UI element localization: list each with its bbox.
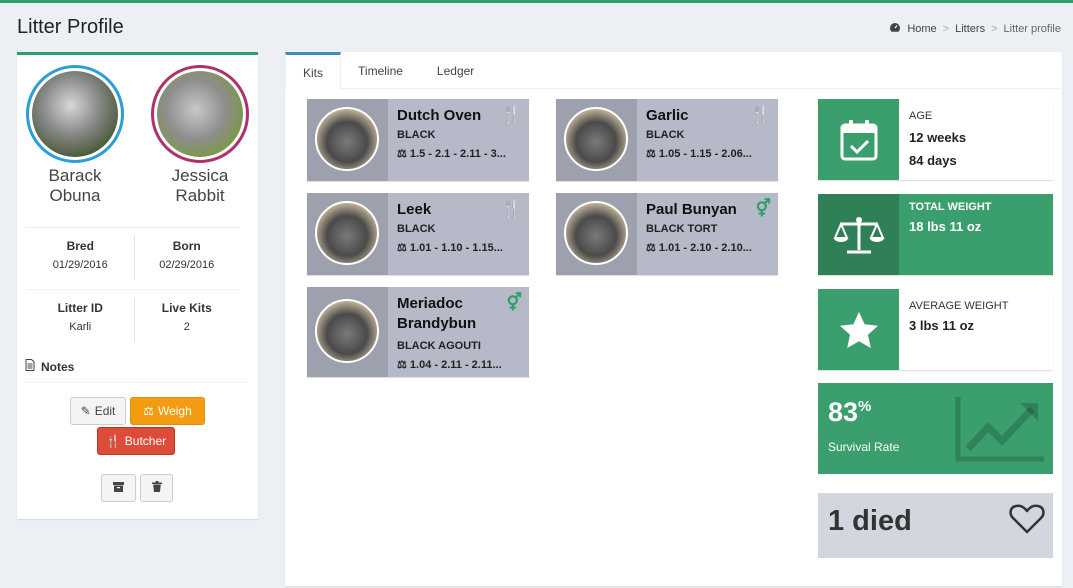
breadcrumb-home[interactable]: Home <box>907 23 936 35</box>
line-chart-icon <box>955 397 1044 462</box>
litter-id: Litter ID Karli <box>57 301 103 333</box>
breadcrumb-current: Litter profile <box>1003 23 1061 35</box>
survival-rate-value: 83% <box>828 397 872 427</box>
litter-summary-panel: Barack Obuna Jessica Rabbit Bred 01/29/201… <box>17 52 258 519</box>
edit-button[interactable]: ✎ Edit <box>70 397 126 425</box>
cutlery-icon: 🍴 <box>500 105 522 124</box>
breadcrumb: Home > Litters > Litter profile <box>889 22 1061 36</box>
cutlery-icon: 🍴 <box>105 434 121 448</box>
dam-name: Jessica Rabbit <box>171 166 229 205</box>
dam-avatar[interactable] <box>151 65 249 163</box>
genderless-icon: ⚥ <box>506 293 522 312</box>
kit-color: BLACK <box>397 223 436 235</box>
kit-photo[interactable] <box>556 193 637 275</box>
kit-card[interactable]: Leek BLACK ⚖ 1.01 - 1.10 - 1.15... 🍴 <box>307 193 529 275</box>
tab-kits[interactable]: Kits <box>285 52 342 90</box>
cutlery-icon: 🍴 <box>500 199 522 218</box>
delete-button[interactable] <box>140 474 173 502</box>
balance-scale-icon: ⚖ <box>143 404 154 418</box>
breadcrumb-separator: > <box>942 23 950 35</box>
notes-section[interactable]: Notes <box>25 359 247 383</box>
star-icon <box>818 289 899 370</box>
survival-rate-box: 83% Survival Rate <box>818 383 1053 474</box>
died-box: 1 died <box>818 493 1053 558</box>
kit-card[interactable]: Meriadoc Brandybun BLACK AGOUTI ⚖ 1.04 -… <box>307 287 529 377</box>
calendar-check-icon <box>818 99 899 180</box>
kit-weights: ⚖ 1.05 - 1.15 - 2.06... <box>646 148 752 160</box>
top-accent-bar <box>0 0 1073 3</box>
age-box: AGE 12 weeks 84 days <box>818 99 1053 180</box>
kit-weights: ⚖ 1.5 - 2.1 - 2.11 - 3... <box>397 148 506 160</box>
kit-color: BLACK <box>646 129 685 141</box>
total-weight-value: 18 lbs 11 oz <box>909 219 982 234</box>
butcher-button[interactable]: 🍴 Butcher <box>97 427 175 455</box>
kit-photo[interactable] <box>556 99 637 181</box>
kits-panel: Kits Timeline Ledger Dutch Oven BLACK ⚖ … <box>285 52 1062 586</box>
average-weight-label: AVERAGE WEIGHT <box>909 300 1009 312</box>
breadcrumb-litters[interactable]: Litters <box>955 23 985 35</box>
kit-name[interactable]: Meriadoc Brandybun <box>397 294 509 334</box>
total-weight-box: TOTAL WEIGHT 18 lbs 11 oz <box>818 194 1053 275</box>
sire-avatar[interactable] <box>26 65 124 163</box>
breadcrumb-separator: > <box>991 23 998 35</box>
average-weight-box: AVERAGE WEIGHT 3 lbs 11 oz <box>818 289 1053 370</box>
page-title: Litter Profile <box>17 16 124 38</box>
average-weight-value: 3 lbs 11 oz <box>909 318 975 333</box>
total-weight-label: TOTAL WEIGHT <box>909 201 992 213</box>
archive-icon <box>113 481 124 495</box>
dam-card[interactable]: Jessica Rabbit <box>150 65 250 206</box>
kit-name[interactable]: Dutch Oven <box>397 106 509 126</box>
kit-color: BLACK TORT <box>646 223 718 235</box>
dashboard-icon <box>889 22 901 36</box>
cutlery-icon: 🍴 <box>749 105 771 124</box>
weigh-button[interactable]: ⚖ Weigh <box>130 397 205 425</box>
dates-row: Bred 01/29/2016 Born 02/29/2016 <box>27 227 240 290</box>
kit-photo[interactable] <box>307 99 388 181</box>
live-kits: Live Kits 2 <box>133 290 241 352</box>
tab-ledger[interactable]: Ledger <box>420 52 491 89</box>
kit-weights: ⚖ 1.01 - 1.10 - 1.15... <box>397 242 503 254</box>
age-label: AGE <box>909 110 933 122</box>
archive-button[interactable] <box>101 474 136 502</box>
notes-label: Notes <box>41 359 75 374</box>
kit-name[interactable]: Garlic <box>646 106 758 126</box>
kit-photo[interactable] <box>307 287 388 377</box>
survival-rate-label: Survival Rate <box>828 440 900 454</box>
heart-icon <box>1009 504 1045 534</box>
pencil-icon: ✎ <box>80 404 91 418</box>
kit-weights: ⚖ 1.04 - 2.11 - 2.11... <box>397 359 502 371</box>
born-date: Born 02/29/2016 <box>133 228 241 290</box>
kit-color: BLACK AGOUTI <box>397 340 481 352</box>
bred-date: Bred 01/29/2016 <box>52 239 108 271</box>
kit-weights: ⚖ 1.01 - 2.10 - 2.10... <box>646 242 752 254</box>
litter-info-row: Litter ID Karli Live Kits 2 <box>27 289 240 352</box>
file-text-icon <box>25 359 35 374</box>
kit-name[interactable]: Leek <box>397 200 509 220</box>
died-count: 1 died <box>828 505 912 537</box>
sire-name: Barack Obuna <box>48 166 102 205</box>
kit-photo[interactable] <box>307 193 388 275</box>
tab-bar: Kits Timeline Ledger <box>285 52 1062 90</box>
kit-card[interactable]: Paul Bunyan BLACK TORT ⚖ 1.01 - 2.10 - 2… <box>556 193 778 275</box>
trash-icon <box>151 481 162 495</box>
kit-card[interactable]: Dutch Oven BLACK ⚖ 1.5 - 2.1 - 2.11 - 3.… <box>307 99 529 181</box>
age-weeks: 12 weeks <box>909 130 967 145</box>
balance-scale-icon <box>818 194 899 275</box>
kit-name[interactable]: Paul Bunyan <box>646 200 758 220</box>
genderless-icon: ⚥ <box>755 199 771 218</box>
kit-card[interactable]: Garlic BLACK ⚖ 1.05 - 1.15 - 2.06... 🍴 <box>556 99 778 181</box>
kit-color: BLACK <box>397 129 436 141</box>
tab-timeline[interactable]: Timeline <box>341 52 420 89</box>
sire-card[interactable]: Barack Obuna <box>25 65 125 206</box>
age-days: 84 days <box>909 153 957 168</box>
